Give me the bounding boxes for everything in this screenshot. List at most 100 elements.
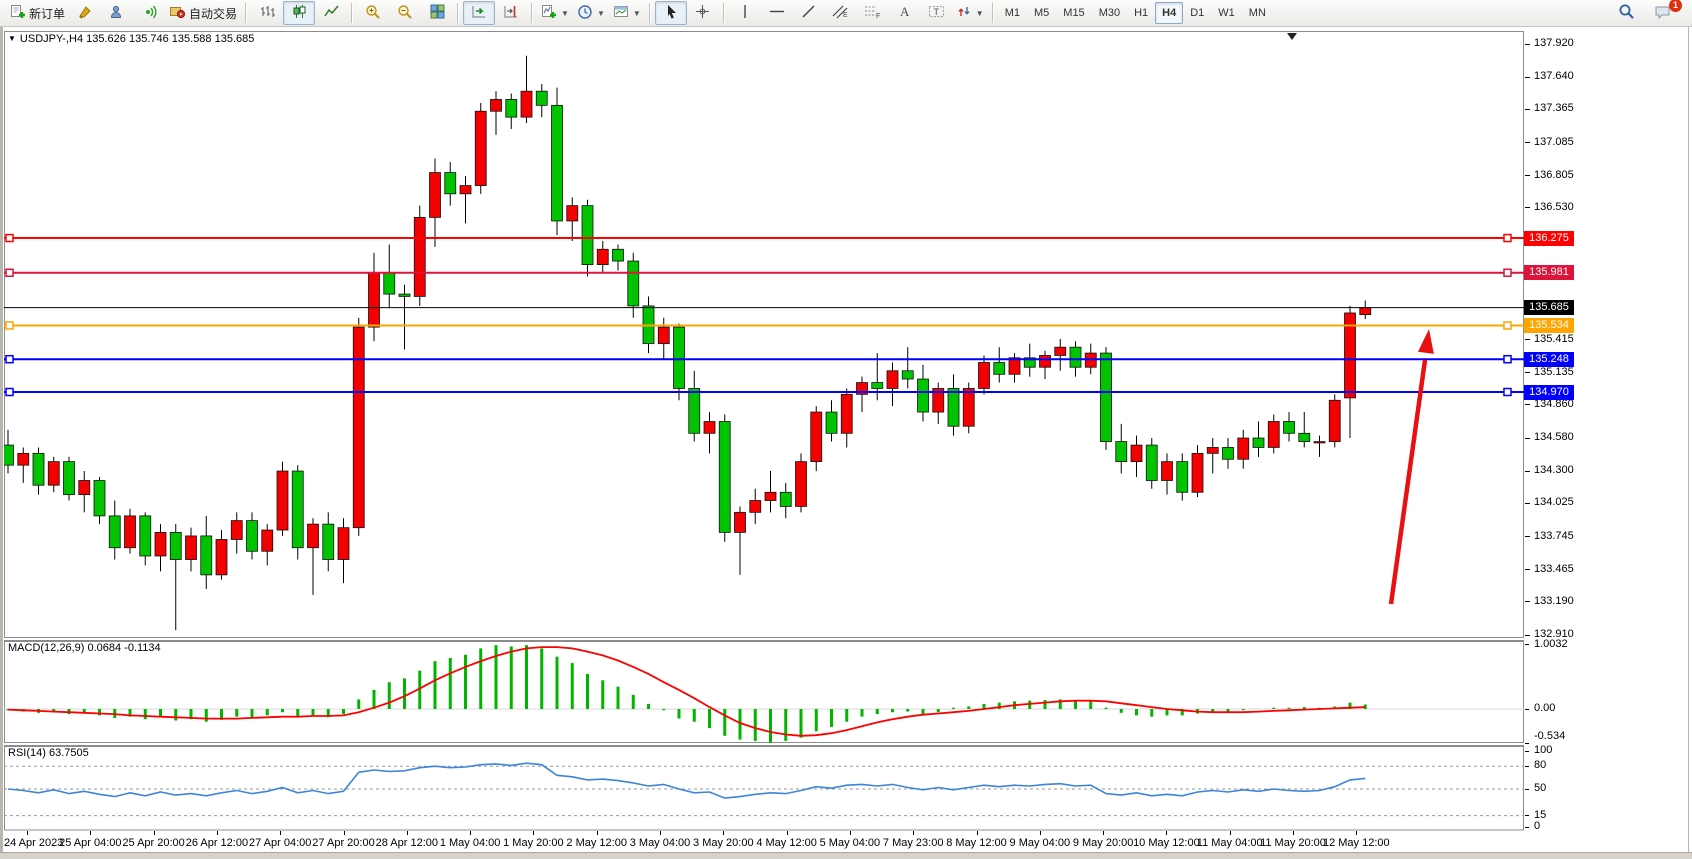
templates-button[interactable]: ▼ bbox=[609, 1, 645, 25]
macd-tick bbox=[1525, 743, 1529, 744]
candle bbox=[948, 388, 959, 426]
separator bbox=[245, 3, 247, 23]
new-order-icon bbox=[10, 4, 26, 22]
zoom-out-icon bbox=[397, 4, 413, 23]
price-tick bbox=[1525, 339, 1530, 340]
new-order-button[interactable]: 新订单 bbox=[6, 1, 69, 25]
candle bbox=[521, 91, 532, 117]
horizontal-line-button[interactable] bbox=[761, 1, 793, 25]
crosshair-button[interactable] bbox=[687, 1, 719, 25]
price-tick bbox=[1525, 372, 1530, 373]
equidistant-channel-icon: E bbox=[832, 4, 849, 22]
candle bbox=[1192, 453, 1203, 492]
text-button[interactable]: A bbox=[889, 1, 921, 25]
candlestick-chart-button[interactable] bbox=[283, 1, 315, 25]
timeframe-button-D1[interactable]: D1 bbox=[1183, 2, 1211, 24]
cursor-button[interactable] bbox=[655, 1, 687, 25]
price-axis[interactable]: 137.920137.640137.365137.085136.805136.5… bbox=[1524, 31, 1584, 830]
candle bbox=[1299, 433, 1310, 441]
candle bbox=[1314, 442, 1325, 443]
date-tick bbox=[407, 831, 408, 835]
search-button[interactable] bbox=[1610, 1, 1642, 25]
autotrade-button[interactable]: 自动交易 bbox=[165, 1, 241, 25]
macd-pane-border bbox=[5, 642, 1524, 743]
macd-tick bbox=[1525, 644, 1529, 645]
price-tick-label: 133.465 bbox=[1534, 563, 1574, 575]
chevron-down-icon: ▼ bbox=[561, 9, 569, 18]
bar-chart-button[interactable] bbox=[251, 1, 283, 25]
price-tick-label: 134.580 bbox=[1534, 431, 1574, 443]
candle bbox=[918, 379, 929, 412]
candle bbox=[475, 111, 486, 185]
annotation-arrow-head bbox=[1418, 329, 1434, 354]
candle bbox=[292, 471, 303, 548]
trendline-button[interactable] bbox=[793, 1, 825, 25]
candle bbox=[674, 327, 685, 388]
candle bbox=[353, 327, 364, 528]
fibonacci-button[interactable]: F bbox=[857, 1, 889, 25]
text-label-button[interactable]: T bbox=[921, 1, 953, 25]
candle bbox=[277, 471, 288, 530]
equidistant-channel-button[interactable]: E bbox=[825, 1, 857, 25]
date-tick bbox=[1166, 831, 1167, 835]
candle bbox=[750, 501, 761, 513]
timeframe-button-W1[interactable]: W1 bbox=[1211, 2, 1242, 24]
indicators-button[interactable]: ▼ bbox=[537, 1, 573, 25]
timeframe-button-M5[interactable]: M5 bbox=[1027, 2, 1056, 24]
main-chart[interactable] bbox=[4, 31, 1524, 852]
clock-icon bbox=[577, 4, 593, 23]
date-label: 25 Apr 04:00 bbox=[59, 837, 121, 849]
periods-button[interactable]: ▼ bbox=[573, 1, 609, 25]
date-label: 9 May 20:00 bbox=[1073, 837, 1134, 849]
timeframe-button-H1[interactable]: H1 bbox=[1127, 2, 1155, 24]
svg-text:F: F bbox=[876, 13, 880, 19]
price-tick-label: 136.530 bbox=[1534, 201, 1574, 213]
timeframe-button-M30[interactable]: M30 bbox=[1092, 2, 1127, 24]
auto-scroll-icon bbox=[471, 4, 487, 22]
vertical-line-button[interactable] bbox=[729, 1, 761, 25]
autotrade-icon bbox=[169, 4, 186, 22]
hline-handle bbox=[6, 322, 13, 329]
zoom-out-button[interactable] bbox=[389, 1, 421, 25]
tile-windows-button[interactable] bbox=[421, 1, 453, 25]
notifications-button[interactable]: 1 bbox=[1646, 1, 1678, 25]
arrows-button[interactable]: ▼ bbox=[953, 1, 988, 25]
timeframe-button-M1[interactable]: M1 bbox=[998, 2, 1027, 24]
rsi-tick bbox=[1525, 766, 1529, 767]
timeframe-button-H4[interactable]: H4 bbox=[1155, 2, 1183, 24]
line-chart-icon bbox=[324, 4, 339, 22]
candle bbox=[64, 462, 75, 495]
candle bbox=[1223, 447, 1234, 459]
date-label: 26 Apr 12:00 bbox=[186, 837, 248, 849]
macd-signal-line bbox=[8, 647, 1365, 736]
horizontal-line-icon bbox=[769, 4, 785, 22]
timeframe-button-MN[interactable]: MN bbox=[1242, 2, 1273, 24]
price-tick bbox=[1525, 109, 1530, 110]
date-tick bbox=[1230, 831, 1231, 835]
styler-button[interactable] bbox=[69, 1, 101, 25]
candle bbox=[216, 539, 227, 574]
rsi-axis-label: 0 bbox=[1534, 820, 1540, 832]
candlestick-chart-icon bbox=[292, 4, 307, 22]
timeframe-button-M15[interactable]: M15 bbox=[1056, 2, 1091, 24]
price-tick-label: 137.365 bbox=[1534, 102, 1574, 114]
date-axis[interactable]: 24 Apr 202325 Apr 04:0025 Apr 20:0026 Ap… bbox=[4, 831, 1524, 852]
signals-button[interactable] bbox=[133, 1, 165, 25]
profile-button[interactable] bbox=[101, 1, 133, 25]
chart-shift-marker bbox=[1287, 33, 1297, 40]
hline-handle bbox=[6, 356, 13, 363]
hline-handle bbox=[6, 389, 13, 396]
price-tick-label: 135.415 bbox=[1534, 333, 1574, 345]
svg-text:E: E bbox=[843, 12, 848, 19]
date-label: 3 May 20:00 bbox=[693, 837, 754, 849]
zoom-in-button[interactable] bbox=[357, 1, 389, 25]
date-tick bbox=[90, 831, 91, 835]
signal-icon bbox=[141, 4, 157, 22]
candle bbox=[1177, 462, 1188, 493]
date-tick bbox=[850, 831, 851, 835]
auto-scroll-button[interactable] bbox=[463, 1, 495, 25]
chart-shift-button[interactable] bbox=[495, 1, 527, 25]
candle bbox=[658, 327, 669, 344]
chevron-down-icon: ▼ bbox=[976, 9, 984, 18]
line-chart-button[interactable] bbox=[315, 1, 347, 25]
